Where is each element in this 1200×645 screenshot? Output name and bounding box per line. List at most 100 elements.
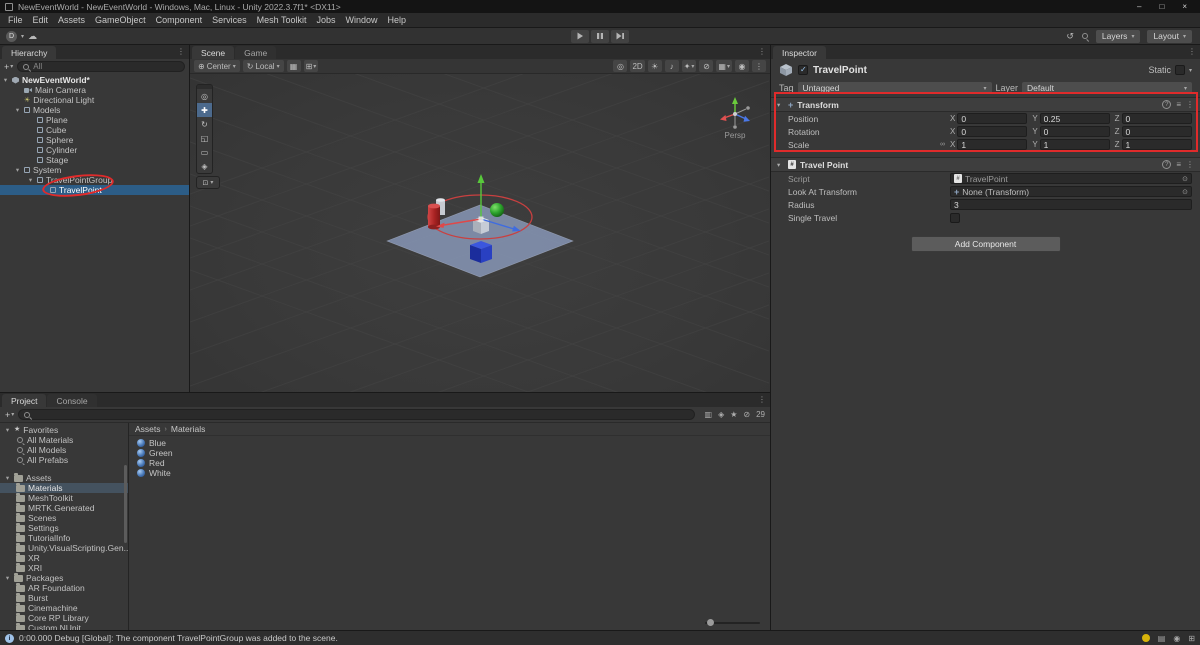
breadcrumb-current[interactable]: Materials — [171, 424, 205, 434]
notification-icon[interactable] — [1141, 634, 1150, 642]
plane-object[interactable] — [386, 204, 574, 278]
asset-item-white[interactable]: White — [129, 468, 770, 478]
menu-mesh-toolkit[interactable]: Mesh Toolkit — [252, 15, 312, 25]
scale-x-field[interactable]: 1 — [957, 139, 1028, 150]
camera-settings-icon[interactable]: ◉ — [735, 60, 749, 72]
effects-toggle-icon[interactable]: ✦ ▾ — [681, 60, 697, 72]
asset-item-red[interactable]: Red — [129, 458, 770, 468]
tool-handle-space-button[interactable]: ↻ Local ▾ — [242, 60, 284, 72]
active-checkbox[interactable] — [798, 65, 808, 75]
save-search-icon[interactable]: ★ — [730, 410, 737, 419]
hierarchy-item-plane[interactable]: Plane — [0, 115, 189, 125]
maximize-button[interactable]: □ — [1159, 2, 1164, 11]
link-scale-icon[interactable]: ∞ — [940, 141, 945, 148]
tree-item-settings[interactable]: Settings — [0, 523, 128, 533]
tree-item-packages[interactable]: ▾ Packages — [0, 573, 128, 583]
close-button[interactable]: × — [1182, 2, 1187, 11]
presets-icon[interactable]: ≡ — [1176, 100, 1181, 109]
tree-item-xr[interactable]: XR — [0, 553, 128, 563]
layout-dropdown[interactable]: Layout ▾ — [1147, 29, 1192, 43]
gameobject-name[interactable]: TravelPoint — [813, 65, 867, 76]
tab-hierarchy[interactable]: Hierarchy — [2, 46, 57, 59]
tab-game[interactable]: Game — [235, 46, 277, 59]
transform-tool-button[interactable]: ◈ — [197, 159, 212, 173]
travel-point-header[interactable]: ▾ # Travel Point ? ≡ ⋮ — [771, 157, 1200, 172]
pause-button[interactable] — [591, 29, 609, 43]
position-x-field[interactable]: 0 — [957, 113, 1028, 124]
foldout-arrow-icon[interactable]: ▾ — [4, 474, 11, 482]
green-sphere-object[interactable] — [490, 203, 504, 217]
tree-item-favorites[interactable]: ▾ ★ Favorites — [0, 425, 128, 435]
blue-cube-object[interactable] — [470, 241, 492, 263]
transform-header[interactable]: ▾ + Transform ? ≡ ⋮ — [771, 97, 1200, 112]
add-component-button[interactable]: Add Component — [910, 236, 1061, 252]
foldout-arrow-icon[interactable]: ▾ — [2, 76, 9, 84]
move-tool-button[interactable]: ✚ — [197, 103, 212, 117]
tree-item-all-models[interactable]: All Models — [0, 445, 128, 455]
scene-audio-toggle-icon[interactable]: ♪ — [664, 60, 679, 72]
hierarchy-item-sphere[interactable]: Sphere — [0, 135, 189, 145]
search-by-type-icon[interactable]: ▥ — [705, 410, 713, 419]
progress-icon[interactable]: ⊞ — [1188, 634, 1195, 643]
static-checkbox[interactable] — [1174, 65, 1185, 75]
rotate-tool-button[interactable]: ↻ — [197, 117, 212, 131]
grid-snap-toggle-icon[interactable]: ▦ — [286, 60, 301, 72]
component-menu-icon[interactable]: ⋮ — [1186, 100, 1194, 109]
script-field[interactable]: # TravelPoint ⊙ — [950, 173, 1192, 184]
foldout-arrow-icon[interactable]: ▾ — [27, 176, 34, 184]
rotation-x-field[interactable]: 0 — [957, 126, 1028, 137]
hierarchy-item-travelpointgroup[interactable]: ▾ TravelPointGroup — [0, 175, 189, 185]
tree-item-all-materials[interactable]: All Materials — [0, 435, 128, 445]
rotation-y-field[interactable]: 0 — [1039, 126, 1110, 137]
scene-lighting-toggle-icon[interactable]: ☀ — [647, 60, 662, 72]
create-asset-button[interactable]: + ▾ — [5, 410, 14, 420]
project-panel-menu-icon[interactable]: ⋮ — [758, 395, 766, 404]
foldout-arrow-icon[interactable]: ▾ — [777, 101, 784, 109]
scale-tool-button[interactable]: ◱ — [197, 131, 212, 145]
tree-item-custom-nunit[interactable]: Custom NUnit — [0, 623, 128, 630]
menu-jobs[interactable]: Jobs — [311, 15, 340, 25]
thumbnail-zoom-slider[interactable] — [705, 618, 760, 626]
tab-scene[interactable]: Scene — [192, 46, 235, 59]
tree-item-mrtk-generated[interactable]: MRTK.Generated — [0, 503, 128, 513]
render-mode-icon[interactable]: ◎ — [613, 60, 628, 72]
cache-server-icon[interactable]: ▤ — [1158, 634, 1166, 643]
menu-services[interactable]: Services — [207, 15, 252, 25]
single-travel-checkbox[interactable] — [950, 212, 960, 223]
2d-toggle-button[interactable]: 2D — [630, 60, 645, 72]
hierarchy-item-cube[interactable]: Cube — [0, 125, 189, 135]
search-by-label-icon[interactable]: ◈ — [718, 410, 724, 419]
project-search-input[interactable] — [18, 409, 695, 420]
foldout-arrow-icon[interactable]: ▾ — [4, 426, 11, 434]
hierarchy-item-travelpoint[interactable]: TravelPoint — [0, 185, 189, 195]
foldout-arrow-icon[interactable]: ▾ — [777, 161, 784, 169]
scale-y-field[interactable]: 1 — [1039, 139, 1110, 150]
menu-edit[interactable]: Edit — [28, 15, 54, 25]
tab-inspector[interactable]: Inspector — [773, 46, 826, 59]
hierarchy-item-scene[interactable]: ▾ NewEventWorld* — [0, 75, 189, 85]
hierarchy-item-system[interactable]: ▾ System — [0, 165, 189, 175]
view-tool-button[interactable]: ◎ — [197, 89, 212, 103]
menu-component[interactable]: Component — [151, 15, 208, 25]
component-menu-icon[interactable]: ⋮ — [1186, 160, 1194, 169]
tree-item-scenes[interactable]: Scenes — [0, 513, 128, 523]
rotation-z-field[interactable]: 0 — [1121, 126, 1192, 137]
status-bar[interactable]: i 0:00.000 Debug [Global]: The component… — [0, 630, 1200, 645]
tool-handle-pivot-button[interactable]: ⊕ Center ▾ — [194, 60, 240, 72]
static-dropdown-icon[interactable]: ▾ — [1189, 67, 1192, 74]
hidden-objects-icon[interactable]: ⊘ — [699, 60, 714, 72]
undo-history-icon[interactable]: ↺ — [1066, 31, 1074, 42]
position-z-field[interactable]: 0 — [1121, 113, 1192, 124]
orientation-gizmo[interactable]: Persp — [720, 97, 750, 140]
hierarchy-item-stage[interactable]: Stage — [0, 155, 189, 165]
tree-item-burst[interactable]: Burst — [0, 593, 128, 603]
account-avatar[interactable]: D — [6, 30, 17, 42]
foldout-arrow-icon[interactable]: ▾ — [14, 106, 21, 114]
presets-icon[interactable]: ≡ — [1176, 160, 1181, 169]
add-gameobject-button[interactable]: + ▾ — [4, 62, 13, 72]
tree-item-xri[interactable]: XRI — [0, 563, 128, 573]
menu-assets[interactable]: Assets — [53, 15, 90, 25]
rect-tool-button[interactable]: ▭ — [197, 145, 212, 159]
position-y-field[interactable]: 0.25 — [1039, 113, 1110, 124]
tree-item-cinemachine[interactable]: Cinemachine — [0, 603, 128, 613]
